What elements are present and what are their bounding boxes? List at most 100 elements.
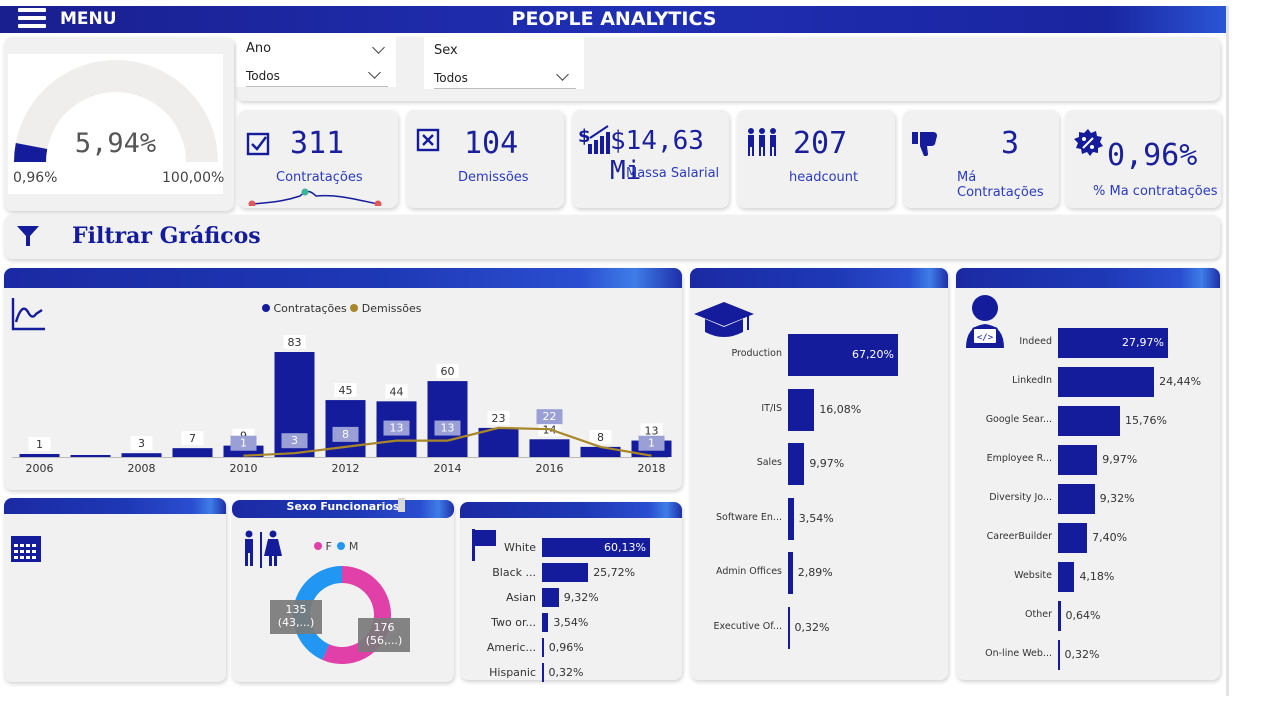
sex-label: Sex	[434, 43, 458, 58]
department-chart: Production 67,20% IT/IS 16,08% Sales 9,97% Sof…	[690, 330, 948, 670]
category-label: Software En...	[716, 511, 782, 523]
donut-data-label: 176	[374, 621, 395, 634]
bar-value-label: 25,72%	[593, 565, 636, 579]
x-tick-label: 2008	[128, 462, 156, 475]
ano-value: Todos	[246, 69, 280, 83]
data-label-contratacoes: 8	[597, 431, 604, 444]
bar	[788, 552, 793, 594]
category-label: LinkedIn	[1012, 375, 1052, 386]
category-label: Admin Offices	[716, 566, 782, 577]
gauge-panel: 5,94% 0,96% 100,00%	[8, 54, 225, 194]
x-tick-label: 2010	[230, 462, 258, 475]
filter-icon[interactable]	[16, 225, 40, 247]
calendar-icon	[11, 536, 41, 562]
bar-contratacoes	[427, 381, 468, 457]
category-label: Employee R...	[986, 453, 1052, 464]
kpi-label-contratacoes: Contratações	[276, 170, 363, 185]
category-label: Google Sear...	[985, 414, 1052, 425]
data-label-contratacoes: 3	[138, 437, 145, 450]
card-header-bar	[4, 268, 682, 288]
bar	[788, 443, 805, 485]
bar-value-label: 2,89%	[797, 566, 833, 579]
bar	[1058, 601, 1061, 631]
sparkline	[248, 188, 382, 206]
donut-data-label: (56,...)	[366, 634, 403, 647]
bar-value-label: 7,40%	[1092, 531, 1128, 544]
filter-graphs-bar[interactable]: Filtrar Gráficos	[4, 215, 1220, 259]
resize-handle[interactable]	[398, 498, 405, 512]
bar-value-label: 9,32%	[1099, 492, 1135, 505]
data-label-contratacoes: 45	[339, 384, 353, 397]
category-label: Other	[1025, 609, 1052, 620]
bar	[542, 588, 559, 607]
card-header-bar	[460, 502, 682, 518]
bar-value-label: 67,20%	[852, 348, 894, 361]
ano-slicer[interactable]: Ano Todos	[236, 35, 396, 87]
category-label: CareerBuilder	[986, 531, 1052, 542]
bar-value-label: 9,97%	[1102, 453, 1138, 466]
data-label-demissoes: 8	[342, 428, 349, 441]
bar	[1058, 640, 1060, 670]
kpi-label-massa: Massa Salarial	[626, 166, 720, 181]
bar	[1058, 484, 1095, 514]
bar-value-label: 15,76%	[1124, 414, 1167, 427]
legend-swatch-demissoes	[350, 304, 359, 312]
kpi-value-pct-ma: 0,96%	[1107, 138, 1198, 173]
close-box-icon	[416, 128, 440, 152]
category-label: Americ...	[486, 640, 536, 654]
category-label: IT/IS	[761, 402, 782, 414]
x-tick-label: 2012	[332, 462, 360, 475]
kpi-card-ma-contratacoes: 3 Má Contratações	[903, 110, 1059, 208]
x-tick-label: 2014	[434, 462, 462, 475]
bar-value-label: 0,32%	[1064, 648, 1100, 661]
bar	[788, 606, 790, 649]
bar	[542, 563, 589, 582]
legend-label-contratacoes: Contratações	[273, 302, 347, 315]
calendar-card	[4, 498, 226, 682]
legend-swatch-m	[337, 542, 346, 550]
svg-text:$: $	[578, 126, 591, 147]
bar	[1058, 445, 1098, 475]
checkbox-icon	[246, 132, 270, 156]
people-group-icon	[748, 128, 776, 156]
data-label-contratacoes: 44	[390, 385, 404, 398]
x-tick-label: 2018	[638, 462, 666, 475]
bar-value-label: 0,32%	[794, 620, 830, 634]
legend-swatch-f	[314, 542, 322, 550]
recruitment-chart: Indeed 27,97% LinkedIn 24,44% Google Sear...…	[956, 326, 1220, 676]
data-label-contratacoes: 1	[36, 438, 43, 451]
category-label: Sales	[756, 457, 782, 468]
category-label: Indeed	[1019, 336, 1052, 347]
sex-slicer[interactable]: Sex Todos	[424, 37, 584, 89]
bar-value-label: 24,44%	[1159, 375, 1202, 388]
ano-label: Ano	[246, 41, 272, 56]
bar-value-label: 0,64%	[1065, 609, 1101, 622]
data-label-contratacoes: 13	[645, 425, 659, 438]
sex-dropdown[interactable]: Todos	[434, 65, 576, 89]
legend-label-m: M	[348, 540, 359, 553]
legend-label-demissoes: Demissões	[361, 302, 422, 315]
kpi-label-headcount: headcount	[789, 170, 859, 185]
bar-value-label: 0,32%	[548, 665, 584, 679]
ano-dropdown[interactable]: Todos	[246, 63, 388, 87]
hires-dismissals-chart: 1379183345844136013231422813120062008201…	[12, 335, 672, 475]
kpi-card-headcount: 207 headcount	[737, 110, 895, 208]
gauge-max-label: 100,00%	[162, 170, 225, 186]
data-label-demissoes: 13	[390, 422, 404, 435]
donut-data-label: 135	[286, 603, 307, 616]
thumbs-down-icon	[912, 132, 937, 156]
filter-graphs-label: Filtrar Gráficos	[72, 223, 261, 249]
data-label-contratacoes: 60	[441, 365, 455, 378]
kpi-label-demissoes: Demissões	[458, 170, 529, 185]
card-header-bar	[4, 498, 226, 514]
race-chart: White 60,13% Black ... 25,72% Asian 9,32% Two …	[460, 536, 682, 682]
data-label-demissoes: 1	[240, 437, 247, 450]
bar-value-label: 3,54%	[798, 511, 834, 525]
bar-value-label: 9,32%	[563, 590, 599, 604]
chevron-down-icon[interactable]	[372, 41, 385, 54]
data-label-contratacoes: 23	[492, 412, 506, 425]
category-label: Website	[1014, 570, 1052, 581]
salary-chart-icon: $	[578, 125, 610, 154]
category-label: On-line Web...	[985, 648, 1052, 659]
kpi-label-pct-ma: % Ma contratações	[1093, 184, 1218, 199]
